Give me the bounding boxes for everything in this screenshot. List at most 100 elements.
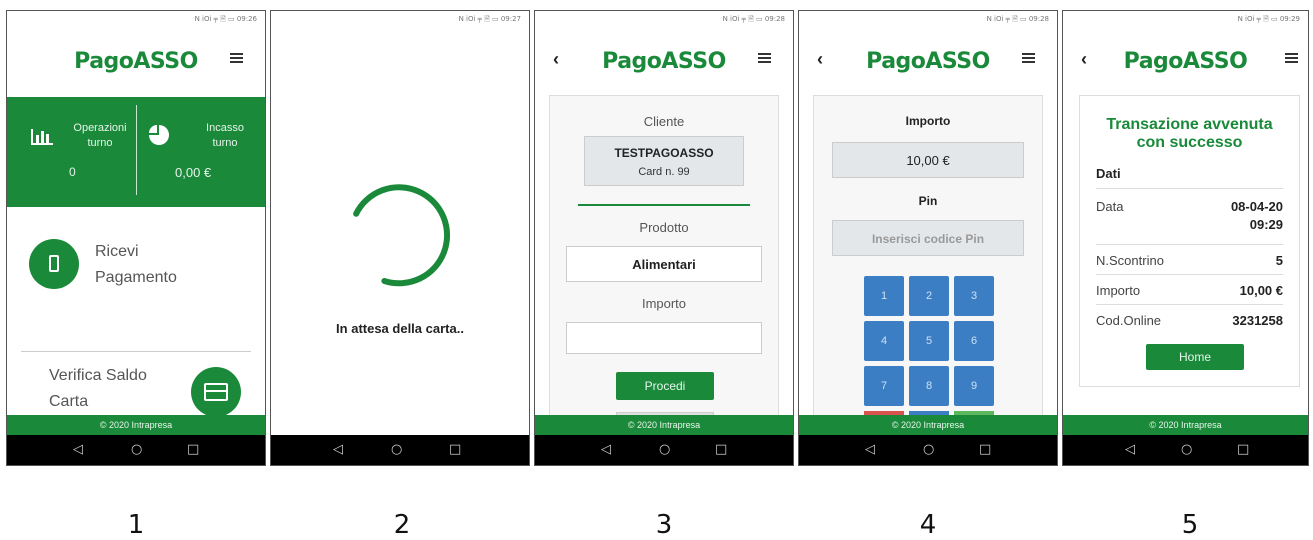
- verify-balance-action[interactable]: Verifica Saldo Carta: [49, 361, 249, 421]
- client-name: TESTPAGOASSO: [614, 146, 714, 160]
- status-bar: N iOi ╤ 🗎 ▭ 09:28: [535, 11, 793, 27]
- phone-screen-4: N iOi ╤ 🗎 ▭ 09:28 ‹ PagoASSO Importo 10,…: [798, 10, 1058, 466]
- stat-operations-label: Operazioni turno: [73, 122, 127, 149]
- card-number: Card n. 99: [638, 166, 690, 178]
- recents-square-icon[interactable]: □: [1237, 442, 1249, 457]
- home-circle-icon[interactable]: ○: [923, 442, 934, 457]
- caption-4: 4: [919, 510, 937, 540]
- keypad-key-7[interactable]: 7: [864, 366, 904, 406]
- stat-operations-value: 0: [69, 165, 76, 179]
- home-circle-icon[interactable]: ○: [659, 442, 670, 457]
- phone-icon: [29, 239, 79, 289]
- hamburger-menu-icon[interactable]: [1022, 53, 1035, 63]
- keypad-key-5[interactable]: 5: [909, 321, 949, 361]
- app-logo: PagoASSO: [866, 49, 990, 74]
- hamburger-menu-icon[interactable]: [230, 53, 243, 63]
- back-triangle-icon[interactable]: ◁: [73, 442, 83, 457]
- client-info-box: TESTPAGOASSO Card n. 99: [584, 136, 744, 186]
- caption-2: 2: [393, 510, 411, 540]
- recents-square-icon[interactable]: □: [715, 442, 727, 457]
- app-footer: © 2020 Intrapresa: [799, 415, 1057, 435]
- keypad-key-9[interactable]: 9: [954, 366, 994, 406]
- pie-chart-icon: [149, 125, 169, 145]
- keypad-key-4[interactable]: 4: [864, 321, 904, 361]
- app-logo: PagoASSO: [74, 49, 198, 74]
- green-separator: [578, 204, 750, 206]
- keypad-key-3[interactable]: 3: [954, 276, 994, 316]
- online-code-value: 3231258: [1232, 313, 1283, 328]
- status-time: 09:28: [764, 15, 785, 23]
- table-row-online-code: Cod.Online 3231258: [1096, 304, 1283, 334]
- android-nav-bar: ◁ ○ □: [271, 435, 529, 465]
- stat-income-value: 0,00 €: [175, 165, 212, 180]
- online-code-label: Cod.Online: [1096, 313, 1162, 328]
- home-circle-icon[interactable]: ○: [131, 442, 142, 457]
- caption-3: 3: [655, 510, 673, 540]
- receipt-label: N.Scontrino: [1096, 253, 1164, 268]
- status-time: 09:28: [1028, 15, 1049, 23]
- caption-5: 5: [1181, 510, 1199, 540]
- data-heading: Dati: [1096, 166, 1121, 181]
- phone-screen-2: N iOi ╤ 🗎 ▭ 09:27 In attesa della carta.…: [270, 10, 530, 466]
- time-value: 09:29: [1249, 217, 1283, 232]
- receive-payment-label-2: Pagamento: [95, 269, 177, 286]
- app-logo: PagoASSO: [602, 49, 726, 74]
- android-nav-bar: ◁ ○ □: [799, 435, 1057, 465]
- payment-form-card: Cliente TESTPAGOASSO Card n. 99 Prodotto…: [549, 95, 779, 432]
- hamburger-menu-icon[interactable]: [1285, 53, 1298, 63]
- amount-label: Importo: [641, 296, 687, 311]
- pin-card: Importo 10,00 € Pin Inserisci codice Pin…: [813, 95, 1043, 425]
- caption-1: 1: [127, 510, 145, 540]
- app-logo: PagoASSO: [1123, 49, 1248, 74]
- recents-square-icon[interactable]: □: [979, 442, 991, 457]
- product-field[interactable]: Alimentari: [566, 246, 762, 282]
- proceed-button[interactable]: Procedi: [616, 372, 714, 400]
- waiting-card-text: In attesa della carta..: [336, 321, 464, 336]
- keypad-key-2[interactable]: 2: [909, 276, 949, 316]
- pin-input[interactable]: Inserisci codice Pin: [832, 220, 1024, 256]
- keypad-key-1[interactable]: 1: [864, 276, 904, 316]
- receive-payment-label-1: Ricevi: [95, 243, 139, 260]
- verify-balance-label-1: Verifica Saldo: [49, 367, 147, 384]
- amount-value: 10,00 €: [1239, 283, 1283, 298]
- status-icons: N iOi ╤ 🗎 ▭: [986, 15, 1027, 23]
- home-circle-icon[interactable]: ○: [391, 442, 402, 457]
- phone-screen-1: N iOi ╤ 🗎 ▭ 09:26 PagoASSO Operazioni tu…: [6, 10, 266, 466]
- bar-chart-icon: [31, 129, 53, 145]
- back-triangle-icon[interactable]: ◁: [865, 442, 875, 457]
- recents-square-icon[interactable]: □: [449, 442, 461, 457]
- loading-spinner-icon: [353, 184, 451, 287]
- recents-square-icon[interactable]: □: [187, 442, 199, 457]
- credit-card-icon: [191, 367, 241, 417]
- keypad-key-8[interactable]: 8: [909, 366, 949, 406]
- pin-label: Pin: [918, 194, 938, 208]
- screenshots-strip: N iOi ╤ 🗎 ▭ 09:26 PagoASSO Operazioni tu…: [6, 10, 1309, 466]
- keypad-key-6[interactable]: 6: [954, 321, 994, 361]
- app-header: PagoASSO: [7, 39, 265, 83]
- success-title-2: con successo: [1136, 134, 1243, 151]
- status-bar: N iOi ╤ 🗎 ▭ 09:27: [271, 11, 529, 27]
- status-time: 09:29: [1279, 15, 1300, 23]
- back-triangle-icon[interactable]: ◁: [1125, 442, 1135, 457]
- receipt-value: 5: [1275, 253, 1283, 268]
- app-footer: © 2020 Intrapresa: [1063, 415, 1308, 435]
- date-value: 08-04-20: [1230, 199, 1283, 214]
- back-triangle-icon[interactable]: ◁: [601, 442, 611, 457]
- home-circle-icon[interactable]: ○: [1181, 442, 1192, 457]
- receipt-card: Transazione avvenuta con successo Dati D…: [1079, 95, 1300, 387]
- status-bar: N iOi ╤ 🗎 ▭ 09:29: [1063, 11, 1308, 27]
- client-label: Cliente: [643, 114, 685, 129]
- amount-display: 10,00 €: [832, 142, 1024, 178]
- divider: [21, 351, 251, 352]
- status-time: 09:27: [500, 15, 521, 23]
- stat-income-label: Incasso turno: [206, 122, 244, 149]
- android-nav-bar: ◁ ○ □: [535, 435, 793, 465]
- hamburger-menu-icon[interactable]: [758, 53, 771, 63]
- receive-payment-action[interactable]: Ricevi Pagamento: [29, 239, 249, 299]
- date-label: Data: [1096, 199, 1124, 214]
- back-triangle-icon[interactable]: ◁: [333, 442, 343, 457]
- stats-panel: Operazioni turno 0 Incasso turno 0,00 €: [7, 97, 265, 207]
- status-bar: N iOi ╤ 🗎 ▭ 09:26: [7, 11, 265, 27]
- amount-input[interactable]: [566, 322, 762, 354]
- home-button[interactable]: Home: [1146, 344, 1244, 370]
